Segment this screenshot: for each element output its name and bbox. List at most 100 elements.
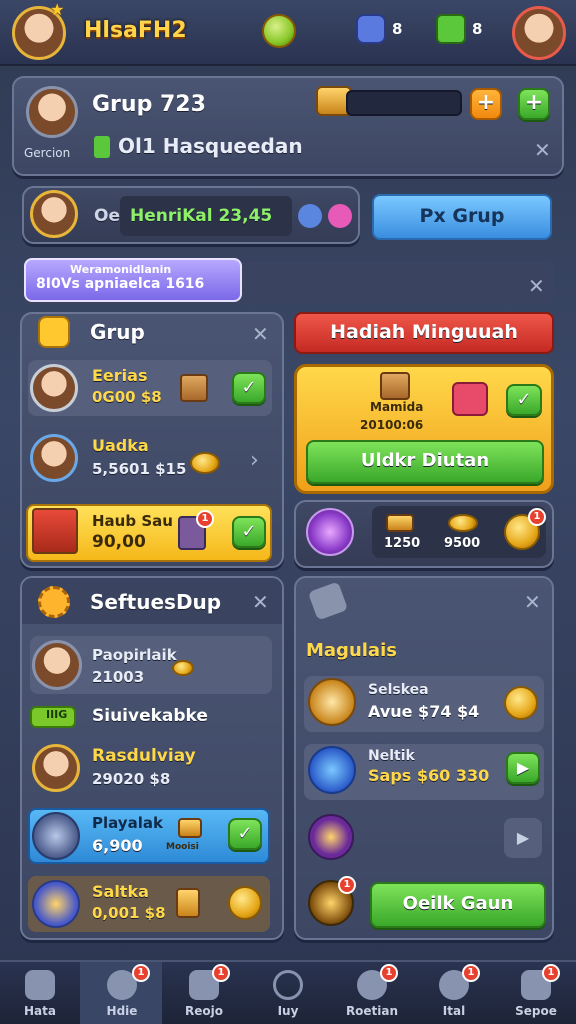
- chevron-right-icon[interactable]: ›: [250, 448, 259, 473]
- magulais-name: Selskea: [368, 682, 429, 698]
- tooltip-line1: Weramonidlanin: [70, 263, 172, 276]
- member-value: 0G00 $8: [92, 388, 162, 406]
- add-orange-button[interactable]: +: [470, 88, 502, 120]
- tag-label: IIIG: [46, 708, 68, 721]
- reward-item-label: Mamida: [370, 400, 424, 414]
- coin-icon[interactable]: [262, 14, 296, 48]
- settings-name: Paopirlaik: [92, 646, 177, 664]
- close-icon[interactable]: ✕: [534, 140, 551, 160]
- tooltip-line2: 8I0Vs apniaelca 1616: [36, 276, 205, 292]
- clock-icon: [273, 970, 303, 1000]
- coin-icon[interactable]: [228, 886, 262, 920]
- settings-avatar: [32, 640, 82, 690]
- magulais-title: Magulais: [306, 640, 397, 661]
- nav-badge: 1: [542, 964, 560, 982]
- invite-prefix: Oe: [94, 206, 120, 226]
- settings-value: 29020 $8: [92, 770, 171, 788]
- magulais-close-icon[interactable]: ✕: [524, 592, 541, 612]
- potion-icon: [32, 812, 80, 860]
- reward-title-banner: Hadiah Minguuah: [294, 312, 554, 354]
- settings-check-button[interactable]: ✓: [228, 818, 262, 850]
- member-avatar: [30, 364, 78, 412]
- reward-item-value: 20100:06: [360, 418, 424, 432]
- gold-bar-icon: [176, 888, 200, 918]
- extra-label: Mooisi: [166, 842, 199, 852]
- invite-avatar[interactable]: [30, 190, 78, 238]
- notification-badge: 1: [338, 876, 356, 894]
- trophy-icon: [32, 880, 80, 928]
- nav-label: Iuy: [277, 1004, 299, 1018]
- member-avatar: [30, 434, 78, 482]
- friend-avatar[interactable]: [512, 6, 566, 60]
- grup-title: Grup: [90, 320, 145, 344]
- nav-label: Hdie: [106, 1004, 138, 1018]
- magulais-name: Neltik: [368, 748, 415, 764]
- gems-count: 8: [392, 20, 403, 38]
- gifts-count: 8: [472, 20, 483, 38]
- notification-badge: 1: [196, 510, 214, 528]
- progress-bar: [346, 90, 462, 116]
- next-arrow-button[interactable]: ▶: [504, 818, 542, 858]
- notification-badge: 1: [528, 508, 546, 526]
- settings-avatar: [32, 744, 80, 792]
- player-label: Gercion: [24, 146, 71, 160]
- coin-pile-icon: [448, 514, 478, 532]
- coin-icon[interactable]: [504, 686, 538, 720]
- group-status: Ol1 Hasqueedan: [118, 134, 303, 158]
- stat-value: 1250: [384, 536, 421, 551]
- nav-badge: 1: [212, 964, 230, 982]
- check-icon: [94, 136, 110, 158]
- scroll-icon: [308, 678, 356, 726]
- member-name: Uadka: [92, 436, 149, 455]
- invite-name-value: HenriKal 23,45: [130, 206, 273, 226]
- settings-value: 21003: [92, 668, 145, 686]
- gift-icon: [436, 14, 466, 44]
- magulais-value: Saps $60 330: [368, 766, 490, 785]
- member-name: Haub Sau: [92, 512, 173, 530]
- settings-title: SeftuesDup: [90, 590, 222, 614]
- settings-name: Siuivekabke: [92, 706, 208, 726]
- nav-label: Hata: [24, 1004, 56, 1018]
- reward-check-button[interactable]: ✓: [506, 384, 542, 416]
- group-join-button[interactable]: Px Grup: [372, 194, 552, 240]
- nav-home[interactable]: Hata: [8, 970, 72, 1018]
- add-green-button[interactable]: +: [518, 88, 550, 120]
- nav-iuy[interactable]: Iuy: [256, 970, 320, 1018]
- settings-value: 6,900: [92, 836, 143, 855]
- group-name: Grup 723: [92, 92, 206, 117]
- magulais-action-button[interactable]: Oeilk Gaun: [370, 882, 546, 928]
- nav-badge: 1: [462, 964, 480, 982]
- nav-label: Reojo: [185, 1004, 223, 1018]
- star-icon: ★: [50, 0, 65, 19]
- chest-icon: [180, 374, 208, 402]
- reward-claim-button[interactable]: Uldkr Diutan: [306, 440, 544, 484]
- member-value: 90,00: [92, 532, 146, 552]
- group-leader-avatar[interactable]: [26, 86, 78, 138]
- game-title: HlsaFH2: [84, 18, 187, 43]
- member-check-button[interactable]: ✓: [232, 516, 266, 548]
- pink-gem-icon: [328, 204, 352, 228]
- potion-icon: [308, 746, 356, 794]
- nav-label: Sepoe: [515, 1004, 557, 1018]
- grup-close-icon[interactable]: ✕: [252, 324, 269, 344]
- grup-shield-icon: [38, 316, 70, 348]
- nav-label: Roetian: [345, 1004, 399, 1018]
- settings-name: Saltka: [92, 882, 149, 901]
- magulais-value: Avue $74 $4: [368, 702, 480, 721]
- member-check-button[interactable]: ✓: [232, 372, 266, 404]
- settings-close-icon[interactable]: ✕: [252, 592, 269, 612]
- tooltip-close-icon[interactable]: ✕: [528, 276, 545, 296]
- gem-icon: [356, 14, 386, 44]
- gold-bar-icon: [178, 818, 202, 838]
- magic-orb-icon[interactable]: [306, 508, 354, 556]
- blue-gem-icon: [298, 204, 322, 228]
- play-button[interactable]: ▶: [506, 752, 540, 784]
- orb-icon: [308, 814, 354, 860]
- stat-value: 9500: [444, 536, 481, 551]
- settings-name: Rasdulviay: [92, 746, 196, 766]
- reward-gift-icon: [452, 382, 488, 416]
- coin-icon: [190, 452, 220, 474]
- member-name: Eerias: [92, 366, 148, 385]
- settings-value: 0,001 $8: [92, 904, 166, 922]
- settings-name: Playalak: [92, 814, 163, 832]
